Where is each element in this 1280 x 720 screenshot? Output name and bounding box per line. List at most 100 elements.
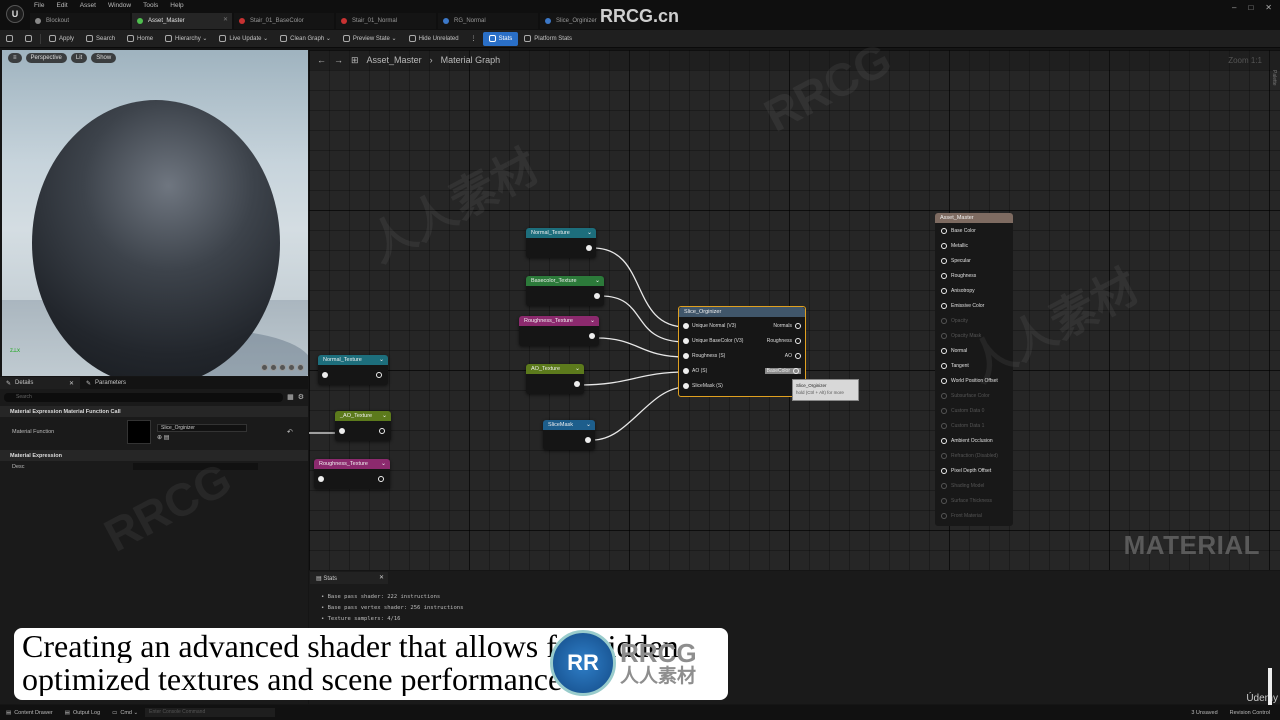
settings-icon[interactable]: ⚙	[298, 393, 304, 401]
details-search-input[interactable]: Search	[4, 392, 284, 402]
close-icon[interactable]: ✕	[69, 380, 74, 387]
output-pin[interactable]	[795, 323, 801, 329]
input-pin[interactable]	[941, 437, 947, 444]
menu-edit[interactable]: Edit	[56, 2, 67, 9]
input-pin[interactable]	[941, 377, 947, 384]
menu-file[interactable]: File	[34, 2, 44, 9]
chevron-down-icon[interactable]: ⌄	[586, 421, 591, 428]
texture-parameter-node[interactable]: Roughness_Texture ⌄	[519, 316, 599, 346]
perspective-button[interactable]: Perspective	[25, 53, 67, 63]
input-pin[interactable]	[941, 302, 947, 309]
material-input-pin[interactable]: Custom Data 0	[935, 403, 1013, 418]
viewport-menu-button[interactable]: ≡	[8, 53, 22, 63]
texture-parameter-node[interactable]: Roughness_Texture ⌄	[314, 459, 390, 489]
input-pin-row[interactable]: Unique BaseColor (V3)	[683, 338, 743, 344]
input-pin[interactable]	[683, 323, 689, 329]
input-pin[interactable]	[683, 353, 689, 359]
editor-tab[interactable]: RG_Normal	[438, 13, 538, 29]
search-button[interactable]: Search	[80, 32, 121, 46]
platform-stats-button[interactable]: Platform Stats	[518, 32, 578, 46]
material-input-pin[interactable]: Roughness	[935, 268, 1013, 283]
content-drawer-button[interactable]: ▤ Content Drawer	[0, 710, 59, 716]
desc-input[interactable]	[132, 463, 258, 470]
output-pin-secondary[interactable]	[378, 476, 384, 482]
input-pin[interactable]	[941, 482, 947, 489]
material-input-pin[interactable]: Refraction (Disabled)	[935, 448, 1013, 463]
browse-button[interactable]	[19, 32, 38, 46]
material-input-pin[interactable]: Ambient Occlusion	[935, 433, 1013, 448]
use-selected-icon[interactable]: ⊕	[157, 435, 162, 441]
input-pin[interactable]	[941, 362, 947, 369]
input-pin[interactable]	[941, 497, 947, 504]
section-function-call[interactable]: Material Expression Material Function Ca…	[0, 406, 308, 417]
material-input-pin[interactable]: Pixel Depth Offset	[935, 463, 1013, 478]
browse-icon[interactable]: ▤	[164, 435, 170, 441]
texture-parameter-node[interactable]: Basecolor_Texture ⌄	[526, 276, 604, 306]
output-pin[interactable]	[318, 476, 324, 482]
input-pin[interactable]	[941, 452, 947, 459]
close-icon[interactable]: ✕	[1265, 3, 1272, 12]
texture-parameter-node[interactable]: AO_Texture ⌄	[526, 364, 584, 394]
reset-icon[interactable]: ↶	[287, 428, 293, 436]
texture-parameter-node[interactable]: SliceMask ⌄	[543, 420, 595, 450]
chevron-down-icon[interactable]: ⌄	[590, 317, 595, 324]
input-pin[interactable]	[941, 422, 947, 429]
material-input-pin[interactable]: Base Color	[935, 223, 1013, 238]
texture-parameter-node[interactable]: _AO_Texture ⌄	[335, 411, 391, 441]
input-pin[interactable]	[683, 368, 689, 374]
texture-parameter-node[interactable]: Normal_Texture ⌄	[318, 355, 388, 385]
input-pin[interactable]	[941, 272, 947, 279]
save-button[interactable]	[0, 32, 19, 46]
input-pin-row[interactable]: Roughness (S)	[683, 353, 725, 359]
revision-control[interactable]: Revision Control	[1230, 710, 1270, 716]
material-input-pin[interactable]: Custom Data 1	[935, 418, 1013, 433]
output-pin[interactable]	[585, 437, 591, 443]
menu-help[interactable]: Help	[170, 2, 183, 9]
cube-mesh-icon[interactable]	[288, 364, 295, 371]
material-input-pin[interactable]: Opacity	[935, 313, 1013, 328]
tab-parameters[interactable]: ✎ Parameters	[80, 377, 160, 389]
material-input-pin[interactable]: Shading Model	[935, 478, 1013, 493]
material-input-pin[interactable]: Emissive Color	[935, 298, 1013, 313]
material-input-pin[interactable]: Anisotropy	[935, 283, 1013, 298]
output-pin[interactable]	[574, 381, 580, 387]
output-pin[interactable]	[795, 338, 801, 344]
hierarchy-button[interactable]: Hierarchy ⌄	[159, 32, 213, 46]
chevron-down-icon[interactable]: ⌄	[379, 356, 384, 363]
unreal-logo-icon[interactable]: U	[6, 5, 24, 23]
teapot-mesh-icon[interactable]	[297, 364, 304, 371]
material-input-pin[interactable]: Surface Thickness	[935, 493, 1013, 508]
input-pin[interactable]	[941, 407, 947, 414]
output-pin[interactable]	[795, 353, 801, 359]
chevron-down-icon[interactable]: ⌄	[595, 277, 600, 284]
minimize-icon[interactable]: –	[1232, 3, 1236, 12]
texture-parameter-node[interactable]: Normal_Texture ⌄	[526, 228, 596, 258]
tab-details[interactable]: ✎ Details ✕	[0, 377, 80, 389]
chevron-down-icon[interactable]: ⌄	[382, 412, 387, 419]
output-pin-row[interactable]: Roughness	[767, 338, 801, 344]
slice-organizer-node[interactable]: Slice_Orginizer Unique Normal (V3) Unique…	[678, 306, 806, 397]
input-pin[interactable]	[941, 347, 947, 354]
preview-viewport[interactable]: ≡ Perspective Lit Show z⟂x	[2, 50, 308, 376]
stats-tab[interactable]: ▤ Stats ✕	[310, 572, 388, 584]
menu-window[interactable]: Window	[108, 2, 131, 9]
menu-tools[interactable]: Tools	[143, 2, 158, 9]
input-pin[interactable]	[941, 392, 947, 399]
unsaved-indicator[interactable]: 3 Unsaved	[1191, 710, 1217, 716]
input-pin-row[interactable]: SliceMask (S)	[683, 383, 723, 389]
material-input-pin[interactable]: Tangent	[935, 358, 1013, 373]
input-pin[interactable]	[941, 287, 947, 294]
input-pin[interactable]	[941, 227, 947, 234]
live-update-button[interactable]: Live Update ⌄	[213, 32, 274, 46]
close-icon[interactable]: ✕	[379, 574, 384, 581]
input-pin[interactable]	[941, 332, 947, 339]
maximize-icon[interactable]: □	[1248, 3, 1253, 12]
editor-tab[interactable]: Stair_01_BaseColor	[234, 13, 334, 29]
input-pin[interactable]	[941, 467, 947, 474]
hide-unrelated-button[interactable]: Hide Unrelated	[403, 32, 465, 46]
material-input-pin[interactable]: Specular	[935, 253, 1013, 268]
show-button[interactable]: Show	[91, 53, 117, 63]
material-input-pin[interactable]: Front Material	[935, 508, 1013, 523]
output-pin-row[interactable]: BaseColor	[764, 368, 801, 374]
material-function-select[interactable]: Slice_Orginizer	[157, 423, 247, 432]
